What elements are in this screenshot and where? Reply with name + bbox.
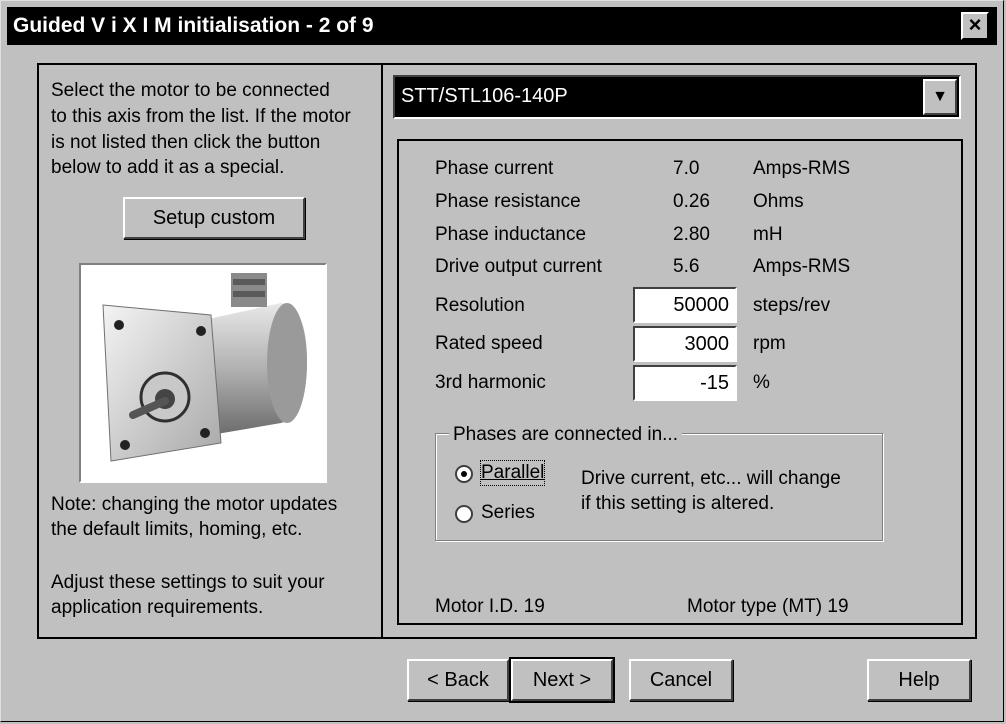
next-button-label: Next >: [532, 669, 592, 691]
instruction-line: is not listed then click the button: [51, 132, 321, 153]
spec-unit: mH: [753, 224, 783, 245]
phases-hint-line: if this setting is altered.: [581, 493, 775, 514]
motor-image: [79, 263, 327, 483]
motor-id: Motor I.D. 19: [435, 596, 545, 617]
parallel-label: Parallel: [479, 460, 546, 486]
spec-label: Phase resistance: [435, 191, 581, 212]
note-line: Note: changing the motor updates: [51, 494, 338, 515]
chevron-down-icon: ▼: [932, 88, 948, 105]
instruction-line: Select the motor to be connected: [51, 80, 330, 101]
motor-select[interactable]: STT/STL106-140P ▼: [393, 75, 961, 119]
setup-custom-label: Setup custom: [152, 207, 276, 229]
spec-value: 2.80: [673, 224, 710, 245]
rated-speed-label: Rated speed: [435, 333, 543, 354]
spec-unit: Ohms: [753, 191, 804, 212]
phases-hint-line: Drive current, etc... will change: [581, 468, 841, 489]
spec-label: Drive output current: [435, 256, 602, 277]
adjust-line: Adjust these settings to suit your: [51, 572, 325, 593]
spec-value: 7.0: [673, 158, 700, 179]
resolution-input[interactable]: 50000: [633, 287, 737, 323]
close-button[interactable]: ×: [961, 12, 989, 40]
close-icon: ×: [968, 12, 982, 37]
phases-group-title: Phases are connected in...: [449, 423, 682, 447]
harmonic-unit: %: [753, 372, 770, 393]
instruction-line: below to add it as a special.: [51, 157, 285, 178]
parallel-radio[interactable]: Parallel: [453, 460, 563, 489]
back-button-label: < Back: [427, 669, 489, 691]
next-button[interactable]: Next >: [509, 657, 615, 703]
motor-select-value: STT/STL106-140P: [401, 85, 568, 107]
spec-label: Phase current: [435, 158, 554, 179]
rated-speed-unit: rpm: [753, 333, 786, 354]
series-radio-dot[interactable]: [455, 505, 473, 523]
spec-unit: Amps-RMS: [753, 158, 851, 179]
resolution-label: Resolution: [435, 295, 525, 316]
spec-value: 5.6: [673, 256, 700, 277]
parallel-radio-dot[interactable]: [455, 465, 473, 483]
title-bar: Guided V i X I M initialisation - 2 of 9…: [7, 7, 997, 45]
wizard-window: Guided V i X I M initialisation - 2 of 9…: [0, 0, 1004, 722]
note-line: the default limits, homing, etc.: [51, 519, 303, 540]
adjust-line: application requirements.: [51, 597, 264, 618]
help-button[interactable]: Help: [867, 659, 971, 701]
instruction-line: to this axis from the list. If the motor: [51, 106, 351, 127]
back-button[interactable]: < Back: [407, 659, 509, 701]
series-label: Series: [481, 502, 535, 523]
spec-unit: Amps-RMS: [753, 256, 851, 277]
resolution-unit: steps/rev: [753, 295, 831, 316]
spec-value: 0.26: [673, 191, 710, 212]
frame-divider: [381, 63, 383, 639]
window-title: Guided V i X I M initialisation - 2 of 9: [13, 14, 374, 37]
stepper-motor-icon: [102, 273, 307, 462]
rated-speed-input[interactable]: 3000: [633, 326, 737, 362]
setup-custom-button[interactable]: Setup custom: [123, 197, 305, 239]
spec-label: Phase inductance: [435, 224, 587, 245]
cancel-button[interactable]: Cancel: [629, 659, 733, 701]
harmonic-input[interactable]: -15: [633, 365, 737, 401]
motor-type: Motor type (MT) 19: [687, 596, 849, 617]
help-button-label: Help: [898, 669, 940, 691]
harmonic-label: 3rd harmonic: [435, 372, 546, 393]
dropdown-button[interactable]: ▼: [923, 79, 957, 115]
cancel-button-label: Cancel: [649, 669, 713, 691]
series-radio[interactable]: Series: [453, 501, 563, 529]
